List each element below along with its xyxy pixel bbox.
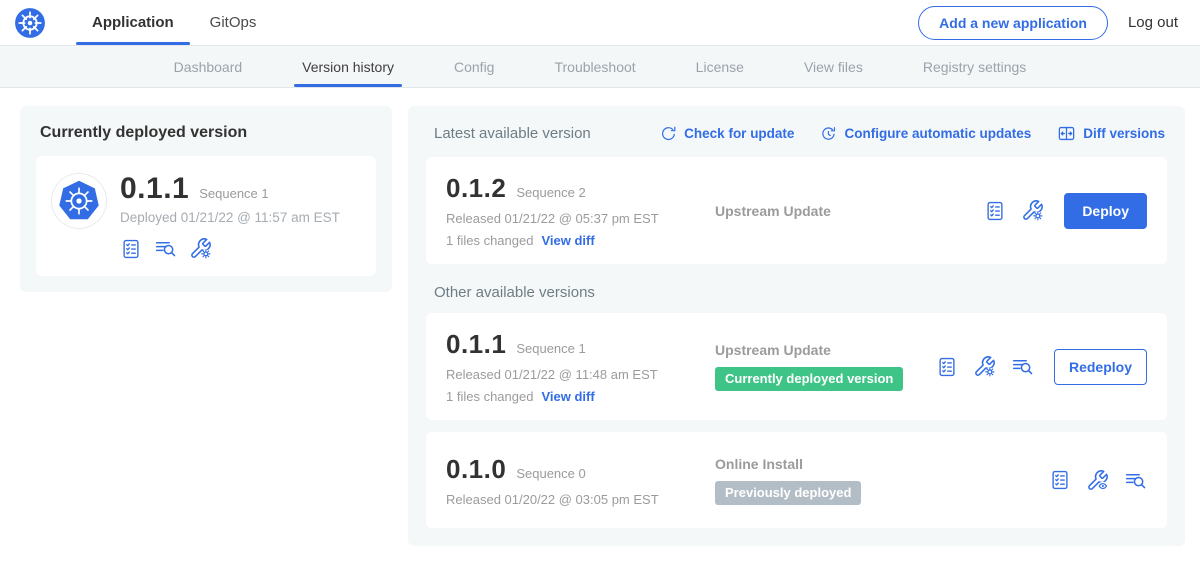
preflight-checklist-icon[interactable] (936, 356, 958, 378)
files-changed-label: 1 files changed (446, 389, 533, 404)
deploy-logs-icon[interactable] (1011, 355, 1034, 378)
view-config-icon[interactable] (1086, 469, 1109, 492)
main-content: Currently deployed version 0.1.1 Sequenc… (0, 88, 1200, 546)
released-timestamp: Released 01/21/22 @ 11:48 am EST (446, 367, 701, 382)
view-diff-link[interactable]: View diff (541, 233, 594, 248)
diff-versions-label: Diff versions (1083, 126, 1165, 141)
preflight-checklist-icon[interactable] (984, 200, 1006, 222)
edit-config-icon[interactable] (1021, 199, 1044, 222)
deploy-logs-icon[interactable] (1124, 469, 1147, 492)
version-source-label: Upstream Update (715, 203, 984, 219)
deploy-button[interactable]: Deploy (1064, 193, 1147, 229)
logout-button[interactable]: Log out (1128, 14, 1184, 31)
check-for-update-label: Check for update (684, 126, 794, 141)
deployed-version-number: 0.1.1 (120, 172, 189, 206)
view-diff-link[interactable]: View diff (541, 389, 594, 404)
refresh-icon (660, 125, 677, 142)
version-source-label: Online Install (715, 456, 1049, 472)
redeploy-button[interactable]: Redeploy (1054, 349, 1147, 385)
tab-registry-settings[interactable]: Registry settings (893, 46, 1056, 87)
released-timestamp: Released 01/21/22 @ 05:37 pm EST (446, 211, 701, 226)
tab-version-history[interactable]: Version history (272, 46, 424, 87)
tab-config[interactable]: Config (424, 46, 524, 87)
version-card-0-1-0: 0.1.0 Sequence 0 Released 01/20/22 @ 03:… (426, 432, 1167, 528)
version-number: 0.1.0 (446, 454, 506, 485)
sequence-label: Sequence 2 (516, 185, 585, 200)
diff-columns-icon (1057, 124, 1076, 143)
other-available-title: Other available versions (434, 284, 1165, 301)
deployed-sequence-label: Sequence 1 (199, 186, 268, 201)
deploy-logs-icon[interactable] (154, 237, 177, 260)
previously-deployed-badge: Previously deployed (715, 481, 861, 505)
app-logo (52, 174, 106, 228)
app-subnav: Dashboard Version history Config Trouble… (0, 46, 1200, 88)
configure-automatic-updates-label: Configure automatic updates (844, 126, 1031, 141)
add-application-button[interactable]: Add a new application (918, 6, 1108, 40)
sequence-label: Sequence 1 (516, 341, 585, 356)
deployed-panel-title: Currently deployed version (40, 124, 376, 142)
tab-view-files[interactable]: View files (774, 46, 893, 87)
version-number: 0.1.2 (446, 173, 506, 204)
currently-deployed-panel: Currently deployed version 0.1.1 Sequenc… (20, 106, 392, 292)
preflight-checklist-icon[interactable] (1049, 469, 1071, 491)
top-nav: Application GitOps Add a new application… (0, 0, 1200, 46)
files-changed-label: 1 files changed (446, 233, 533, 248)
tab-license[interactable]: License (666, 46, 774, 87)
version-source-label: Upstream Update (715, 342, 936, 358)
kubernetes-logo (14, 0, 46, 45)
latest-available-title: Latest available version (434, 125, 591, 142)
tab-troubleshoot[interactable]: Troubleshoot (524, 46, 665, 87)
deployed-timestamp: Deployed 01/21/22 @ 11:57 am EST (120, 210, 340, 225)
preflight-checklist-icon[interactable] (120, 238, 142, 260)
tab-dashboard[interactable]: Dashboard (144, 46, 273, 87)
edit-config-icon[interactable] (189, 237, 212, 260)
currently-deployed-badge: Currently deployed version (715, 367, 903, 391)
available-versions-panel: Latest available version Check for updat… (408, 106, 1185, 546)
sequence-label: Sequence 0 (516, 466, 585, 481)
version-card-0-1-1: 0.1.1 Sequence 1 Released 01/21/22 @ 11:… (426, 313, 1167, 420)
check-for-update-link[interactable]: Check for update (660, 125, 794, 142)
edit-config-icon[interactable] (973, 355, 996, 378)
clock-refresh-icon (820, 125, 837, 142)
released-timestamp: Released 01/20/22 @ 03:05 pm EST (446, 492, 701, 507)
diff-versions-link[interactable]: Diff versions (1057, 124, 1165, 143)
configure-automatic-updates-link[interactable]: Configure automatic updates (820, 125, 1031, 142)
tab-application[interactable]: Application (74, 0, 192, 45)
version-number: 0.1.1 (446, 329, 506, 360)
tab-gitops[interactable]: GitOps (192, 0, 275, 45)
deployed-version-card: 0.1.1 Sequence 1 Deployed 01/21/22 @ 11:… (36, 156, 376, 276)
version-card-0-1-2: 0.1.2 Sequence 2 Released 01/21/22 @ 05:… (426, 157, 1167, 264)
